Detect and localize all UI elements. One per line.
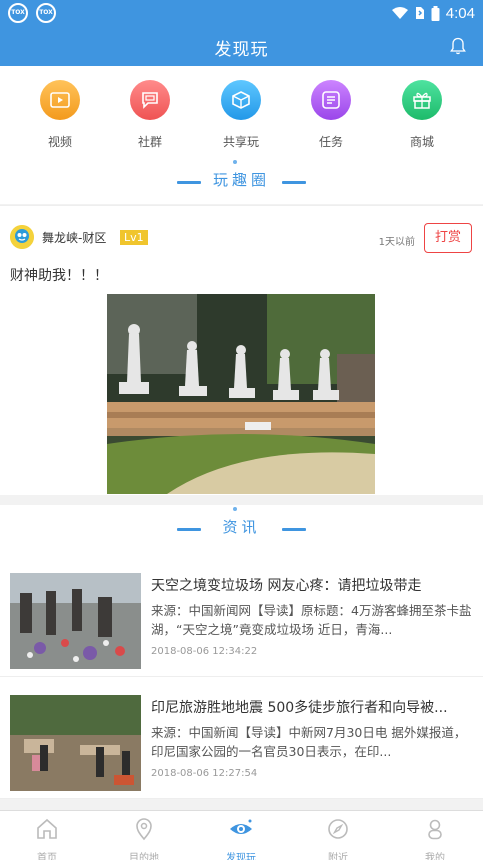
home-icon xyxy=(37,818,57,839)
section-title: 玩趣圈 xyxy=(212,171,270,189)
quick-item-video[interactable]: 视频 xyxy=(30,80,90,150)
sim-icon xyxy=(415,7,424,19)
level-badge: Lv1 xyxy=(120,230,148,245)
tab-label: 首页 xyxy=(37,853,57,860)
wifi-icon xyxy=(391,7,408,19)
page-title: 发现玩 xyxy=(214,40,269,60)
section-title: 资讯 xyxy=(222,518,261,536)
post-card[interactable]: 舞龙峡-财区 Lv1 1天以前 打赏 财神助我！！！ xyxy=(0,205,483,495)
quick-item-share-play[interactable]: 共享玩 xyxy=(211,80,271,150)
post-image[interactable] xyxy=(107,294,375,494)
section-header-fun-circle: 玩趣圈 xyxy=(0,158,483,204)
tab-label: 目的地 xyxy=(129,853,159,860)
quick-item-label: 视频 xyxy=(47,135,72,149)
task-icon xyxy=(311,80,351,120)
status-right: 4:04 xyxy=(391,3,475,23)
decor-dot xyxy=(233,507,237,511)
status-left: TOX TOX xyxy=(8,3,56,23)
quick-item-mall[interactable]: 商城 xyxy=(392,80,452,150)
decor-dot xyxy=(233,160,237,164)
location-icon xyxy=(136,818,152,841)
tab-nearby[interactable]: 附近 xyxy=(308,817,368,860)
quick-item-label: 任务 xyxy=(318,135,343,149)
clock: 4:04 xyxy=(445,4,475,22)
quick-menu: 视频 社群 共享玩 任务 商城 玩趣圈 xyxy=(0,66,483,204)
bell-icon[interactable] xyxy=(448,36,468,56)
divider xyxy=(282,528,306,531)
box-icon xyxy=(221,80,261,120)
quick-item-label: 共享玩 xyxy=(222,135,259,149)
app-bar: 发现玩 xyxy=(0,26,483,66)
tab-home[interactable]: 首页 xyxy=(17,817,77,860)
quick-item-task[interactable]: 任务 xyxy=(301,80,361,150)
tip-button[interactable]: 打赏 xyxy=(424,223,472,253)
tab-label: 发现玩 xyxy=(226,853,256,860)
eye-icon xyxy=(230,819,252,834)
news-item[interactable]: 天空之境变垃圾场 网友心疼：请把垃圾带走 来源：中国新闻网【导读】原标题：4万游… xyxy=(0,555,483,677)
section-header-news: 资讯 xyxy=(0,505,483,555)
news-item[interactable]: 印尼旅游胜地地震 500多徒步旅行者和向导被... 来源：中国新闻【导读】中新网… xyxy=(0,677,483,799)
spacer xyxy=(0,495,483,505)
status-bar: TOX TOX 4:04 xyxy=(0,0,483,26)
tox-notification-icon: TOX xyxy=(8,3,28,23)
news-title: 印尼旅游胜地地震 500多徒步旅行者和向导被... xyxy=(151,700,448,716)
news-date: 2018-08-06 12:34:22 xyxy=(151,646,258,657)
video-icon xyxy=(40,80,80,120)
post-content: 财神助我！！！ xyxy=(10,268,108,284)
tab-label: 我的 xyxy=(425,853,445,860)
quick-item-community[interactable]: 社群 xyxy=(120,80,180,150)
quick-item-label: 商城 xyxy=(409,135,434,149)
battery-icon xyxy=(431,5,440,21)
chat-icon xyxy=(130,80,170,120)
divider xyxy=(282,181,306,184)
main-content: 视频 社群 共享玩 任务 商城 玩趣圈 舞龙峡-财区 Lv1 1天以前 打赏 财… xyxy=(0,66,483,810)
tab-discover[interactable]: 发现玩 xyxy=(211,817,271,860)
bottom-tab-bar: 首页 目的地 发现玩 附近 我的 xyxy=(0,810,483,860)
news-thumbnail xyxy=(10,573,141,669)
news-thumbnail xyxy=(10,695,141,791)
news-title: 天空之境变垃圾场 网友心疼：请把垃圾带走 xyxy=(151,578,422,594)
post-username[interactable]: 舞龙峡-财区 xyxy=(42,229,106,246)
tab-destination[interactable]: 目的地 xyxy=(114,817,174,860)
tab-mine[interactable]: 我的 xyxy=(405,817,465,860)
gift-icon xyxy=(402,80,442,120)
avatar[interactable] xyxy=(10,225,34,249)
news-date: 2018-08-06 12:27:54 xyxy=(151,768,258,779)
compass-icon xyxy=(328,819,348,839)
quick-item-label: 社群 xyxy=(137,135,162,149)
tab-label: 附近 xyxy=(328,853,348,860)
news-summary: 来源：中国新闻【导读】中新网7月30日电 据外媒报道，印尼国家公园的一名官员30… xyxy=(151,725,467,759)
user-icon xyxy=(428,819,442,840)
tox-notification-icon: TOX xyxy=(36,3,56,23)
news-summary: 来源：中国新闻网【导读】原标题：4万游客蜂拥至茶卡盐湖，“天空之境”竟变成垃圾场… xyxy=(151,603,472,637)
post-time: 1天以前 xyxy=(378,237,415,248)
